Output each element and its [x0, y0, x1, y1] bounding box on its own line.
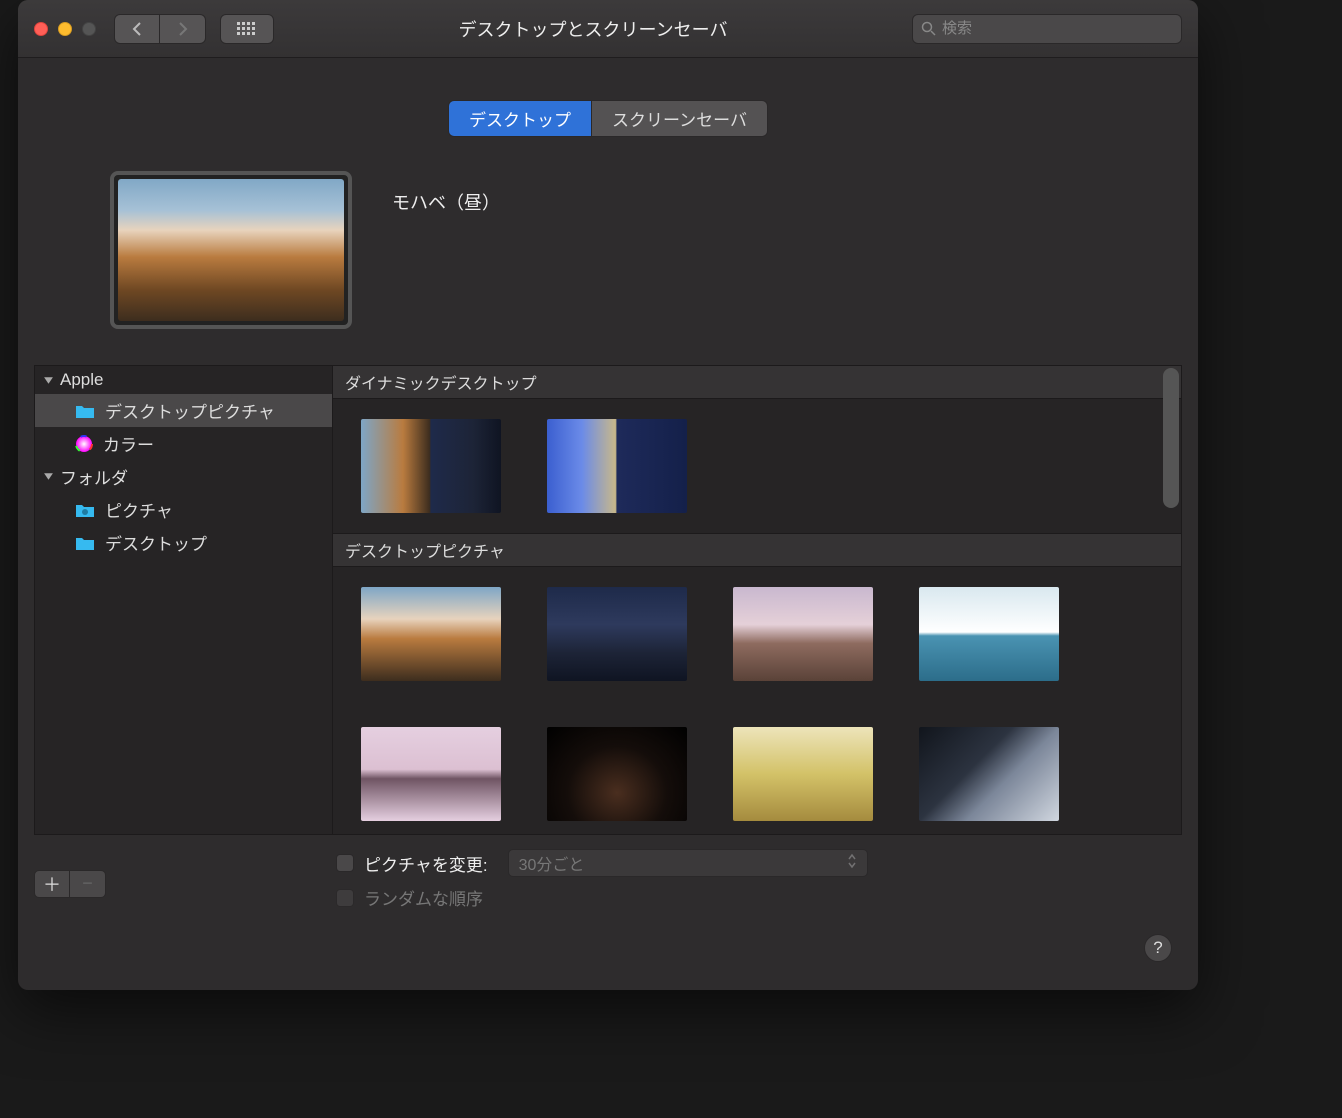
wallpaper-preview — [110, 171, 352, 329]
tab-desktop[interactable]: デスクトップ — [448, 100, 592, 137]
add-folder-button[interactable]: ＋ — [34, 870, 70, 898]
close-icon[interactable] — [34, 22, 48, 36]
forward-button[interactable] — [160, 14, 206, 44]
options: ピクチャを変更: 30分ごと ランダムな順序 — [336, 849, 868, 918]
gallery-row-dynamic — [333, 399, 1181, 533]
wallpaper-thumb[interactable] — [361, 587, 501, 681]
sidebar-item-desktop-folder[interactable]: デスクトップ — [35, 526, 332, 559]
show-all-button[interactable] — [220, 14, 274, 44]
wallpaper-preview-image — [118, 179, 344, 321]
sidebar: Apple デスクトップピクチャ カラー フォルダ — [35, 366, 333, 834]
folder-pictures-icon — [75, 502, 95, 518]
wallpaper-thumb[interactable] — [547, 587, 687, 681]
color-wheel-icon — [75, 435, 93, 453]
wallpaper-thumb[interactable] — [547, 727, 687, 821]
remove-folder-button: − — [70, 870, 106, 898]
sidebar-item-label: デスクトップ — [105, 530, 207, 555]
sidebar-item-desktop-pictures[interactable]: デスクトップピクチャ — [35, 394, 332, 427]
gallery[interactable]: ダイナミックデスクトップ デスクトップピクチャ — [333, 366, 1181, 834]
nav-buttons — [114, 14, 206, 44]
search-input[interactable] — [942, 20, 1173, 37]
tab-screensaver[interactable]: スクリーンセーバ — [592, 100, 768, 137]
search-icon — [921, 21, 936, 36]
wallpaper-thumb[interactable] — [733, 587, 873, 681]
back-button[interactable] — [114, 14, 160, 44]
wallpaper-name: モハベ（昼） — [392, 189, 500, 215]
change-interval-value: 30分ごと — [519, 851, 585, 875]
sidebar-group-label: Apple — [60, 370, 103, 390]
wallpaper-thumb[interactable] — [733, 727, 873, 821]
gallery-row-pictures — [333, 567, 1181, 834]
traffic-lights — [34, 22, 96, 36]
wallpaper-thumb[interactable] — [361, 727, 501, 821]
random-order-label: ランダムな順序 — [364, 885, 483, 910]
wallpaper-thumb[interactable] — [919, 587, 1059, 681]
sidebar-group-apple[interactable]: Apple — [35, 366, 332, 394]
wallpaper-thumb[interactable] — [547, 419, 687, 513]
window-title: デスクトップとスクリーンセーバ — [274, 16, 912, 42]
browser: Apple デスクトップピクチャ カラー フォルダ — [34, 365, 1182, 835]
wallpaper-thumb[interactable] — [919, 727, 1059, 821]
sidebar-item-label: デスクトップピクチャ — [105, 398, 275, 423]
sidebar-group-label: フォルダ — [60, 464, 128, 489]
scrollbar-thumb[interactable] — [1163, 368, 1179, 508]
chevron-left-icon — [131, 22, 143, 36]
folder-icon — [75, 535, 95, 551]
sidebar-item-pictures[interactable]: ピクチャ — [35, 493, 332, 526]
gallery-section-dynamic: ダイナミックデスクトップ — [333, 366, 1181, 399]
wallpaper-preview-row: モハベ（昼） — [110, 171, 1198, 329]
sidebar-item-label: カラー — [103, 431, 154, 456]
bottom-bar: ＋ − ピクチャを変更: 30分ごと ランダムな順序 — [34, 849, 1182, 918]
help-button[interactable]: ? — [1144, 934, 1172, 962]
tab-bar: デスクトップ スクリーンセーバ — [18, 100, 1198, 137]
wallpaper-thumb[interactable] — [361, 419, 501, 513]
zoom-icon — [82, 22, 96, 36]
stepper-icon — [847, 853, 857, 874]
add-remove-buttons: ＋ − — [34, 870, 106, 898]
change-picture-label: ピクチャを変更: — [364, 851, 488, 876]
change-picture-checkbox[interactable] — [336, 854, 354, 872]
sidebar-group-folders[interactable]: フォルダ — [35, 460, 332, 493]
minimize-icon[interactable] — [58, 22, 72, 36]
folder-icon — [75, 403, 95, 419]
sidebar-item-colors[interactable]: カラー — [35, 427, 332, 460]
sidebar-item-label: ピクチャ — [105, 497, 173, 522]
change-interval-select: 30分ごと — [508, 849, 868, 877]
search-field[interactable] — [912, 14, 1182, 44]
gallery-section-pictures: デスクトップピクチャ — [333, 533, 1181, 567]
random-order-checkbox — [336, 889, 354, 907]
disclosure-triangle-icon — [43, 375, 54, 386]
chevron-right-icon — [177, 22, 189, 36]
grid-icon — [237, 22, 257, 36]
disclosure-triangle-icon — [43, 471, 54, 482]
prefs-window: デスクトップとスクリーンセーバ デスクトップ スクリーンセーバ モハベ（昼） A… — [18, 0, 1198, 990]
titlebar: デスクトップとスクリーンセーバ — [18, 0, 1198, 58]
